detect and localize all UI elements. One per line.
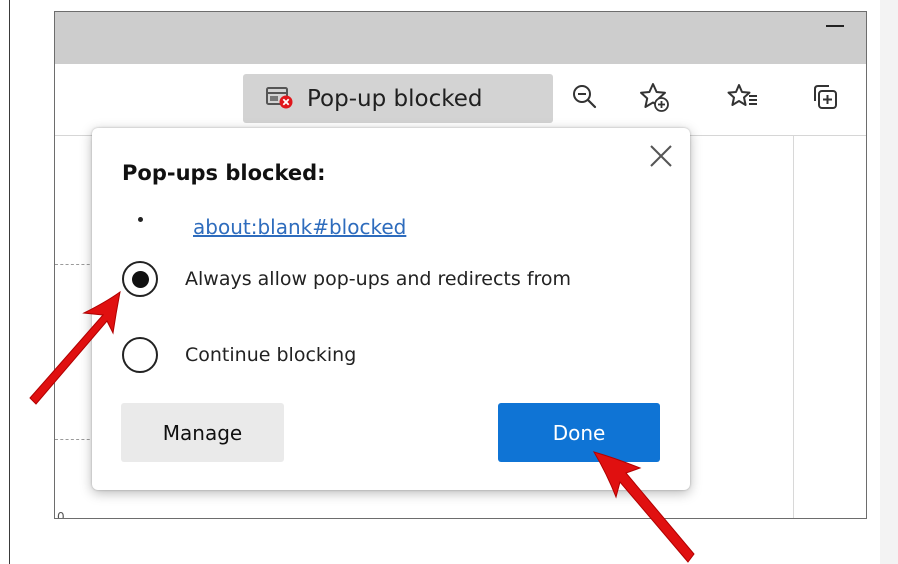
- chart-gridline: [55, 439, 95, 440]
- dialog-title: Pop-ups blocked:: [122, 161, 326, 185]
- radio-label-always-allow: Always allow pop-ups and redirects from: [185, 268, 572, 290]
- chart-gridline: [55, 264, 95, 265]
- radio-label-continue-blocking: Continue blocking: [185, 344, 357, 366]
- list-bullet: [138, 217, 143, 222]
- radio-option-always-allow[interactable]: Always allow pop-ups and redirects from: [122, 261, 571, 297]
- zoom-out-icon[interactable]: [568, 80, 602, 114]
- radio-always-allow[interactable]: [122, 261, 158, 297]
- collections-icon[interactable]: [808, 80, 842, 114]
- done-button[interactable]: Done: [498, 403, 660, 462]
- content-divider: [793, 136, 794, 518]
- right-edge-strip: [880, 0, 898, 564]
- close-icon[interactable]: [647, 142, 675, 170]
- popup-blocked-dialog: Pop-ups blocked: about:blank#blocked Alw…: [92, 128, 690, 490]
- favorites-list-icon[interactable]: [726, 80, 760, 114]
- radio-continue-blocking[interactable]: [122, 337, 158, 373]
- axis-zero-label: 0: [57, 510, 65, 519]
- title-bar: [55, 12, 866, 64]
- add-favorite-icon[interactable]: [637, 80, 671, 114]
- minimize-icon[interactable]: [826, 25, 844, 27]
- left-edge-rule: [9, 0, 10, 564]
- blocked-url-link[interactable]: about:blank#blocked: [193, 215, 406, 239]
- popup-blocked-icon: [266, 85, 294, 113]
- radio-selected-dot: [131, 270, 149, 288]
- popup-blocked-button[interactable]: Pop-up blocked: [243, 74, 553, 123]
- browser-toolbar: Pop-up blocked: [55, 64, 866, 136]
- radio-option-continue-blocking[interactable]: Continue blocking: [122, 337, 356, 373]
- manage-button[interactable]: Manage: [121, 403, 284, 462]
- popup-blocked-label: Pop-up blocked: [307, 85, 483, 112]
